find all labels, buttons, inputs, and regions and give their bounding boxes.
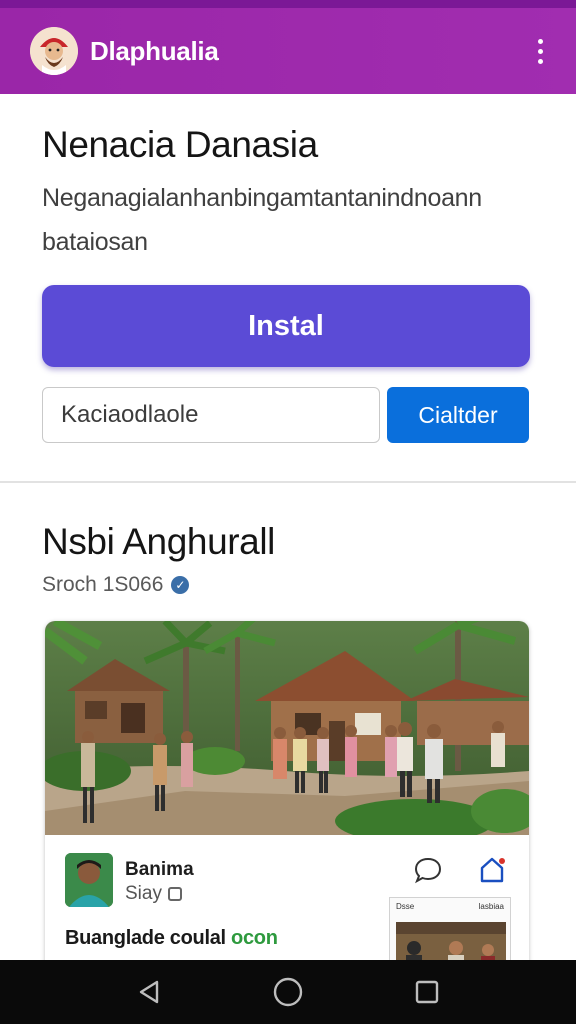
mascot-logo-icon[interactable] xyxy=(30,27,78,75)
install-title: Nenacia Danasia xyxy=(42,124,318,165)
comment-bubble-icon[interactable] xyxy=(413,855,443,885)
link-preview-header: Dsse lasbiaa xyxy=(390,898,510,915)
install-section: Nenacia Danasia Neganagialanhanbingamtan… xyxy=(0,94,576,481)
share-icon[interactable] xyxy=(477,855,507,885)
feed-meta: Sroch 1S066 ✓ xyxy=(42,573,190,597)
post-image[interactable] xyxy=(45,621,529,843)
post-caption-text: Buanglade coulal xyxy=(65,927,232,949)
avatar[interactable] xyxy=(65,853,113,907)
feed-section: Nsbi Anghurall Sroch 1S066 ✓ Banima Siay… xyxy=(0,483,576,981)
post-card[interactable]: Banima Siay Buanglade coulal ocon Dsse l… xyxy=(45,621,529,981)
back-triangle-icon[interactable] xyxy=(129,972,169,1012)
recents-square-icon[interactable] xyxy=(407,972,447,1012)
install-description: Neganagialanhanbingamtantanindnoann bata… xyxy=(42,184,482,256)
lock-icon xyxy=(167,887,182,901)
author-subtitle: Siay xyxy=(125,883,182,905)
system-nav-bar xyxy=(0,960,576,1024)
calendar-button[interactable]: Cialtder xyxy=(387,387,529,443)
feed-title: Nsbi Anghurall xyxy=(42,521,275,562)
author-subtitle-text: Siay xyxy=(125,883,162,904)
verified-badge-icon: ✓ xyxy=(171,576,190,594)
link-preview-right: lasbiaa xyxy=(478,902,504,911)
home-circle-icon[interactable] xyxy=(268,972,308,1012)
install-button[interactable]: Instal xyxy=(42,285,530,367)
app-bar: Dlaphualia xyxy=(0,8,576,94)
status-bar xyxy=(0,0,576,8)
search-input[interactable] xyxy=(42,387,380,443)
link-preview-left: Dsse xyxy=(396,902,415,911)
feed-meta-text: Sroch 1S066 xyxy=(42,573,164,596)
more-vert-icon[interactable] xyxy=(526,29,554,73)
author-name[interactable]: Banima xyxy=(125,859,194,881)
post-caption: Buanglade coulal ocon xyxy=(65,927,278,950)
app-title: Dlaphualia xyxy=(90,35,219,66)
post-caption-tag[interactable]: ocon xyxy=(231,927,278,949)
